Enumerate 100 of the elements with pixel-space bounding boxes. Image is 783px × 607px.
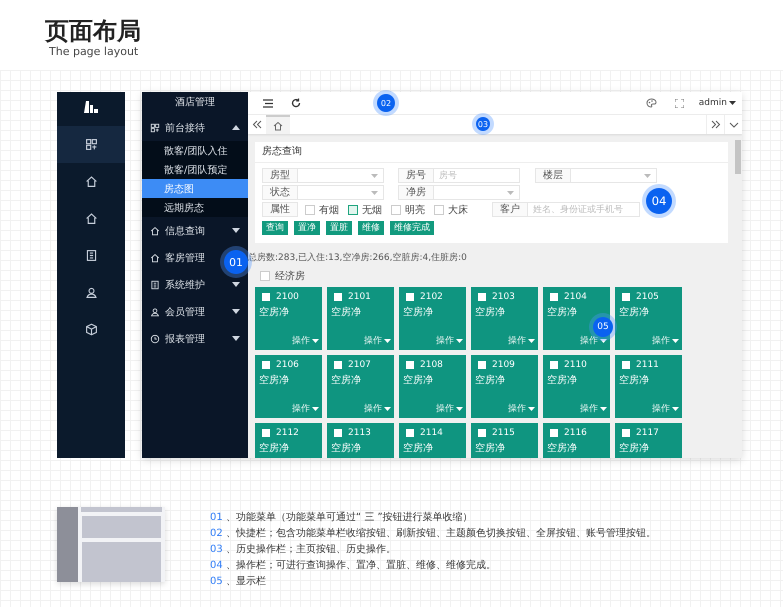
action-button[interactable]: 查询 <box>262 221 288 235</box>
checkbox[interactable] <box>434 204 444 214</box>
menu-item[interactable]: 报表管理 <box>142 325 248 352</box>
operation-dropdown[interactable]: 操作 <box>580 334 607 347</box>
room-tile[interactable]: 2115 空房净 <box>471 423 538 458</box>
select-field[interactable] <box>434 185 520 200</box>
room-tile[interactable]: 2100 空房净 操作 <box>255 287 322 350</box>
checkbox[interactable] <box>348 204 358 214</box>
checkbox[interactable] <box>478 293 486 301</box>
room-tile[interactable]: 2103 空房净 操作 <box>471 287 538 350</box>
room-tile[interactable]: 2105 空房净 操作 <box>615 287 682 350</box>
checkbox[interactable] <box>262 293 270 301</box>
room-tile[interactable]: 2109 空房净 操作 <box>471 355 538 418</box>
action-button[interactable]: 维修 <box>358 221 384 235</box>
checkbox[interactable] <box>305 204 315 214</box>
room-tile[interactable]: 2101 空房净 操作 <box>327 287 394 350</box>
caret-icon <box>384 338 391 342</box>
checkbox[interactable] <box>334 361 342 369</box>
operation-dropdown[interactable]: 操作 <box>364 402 391 415</box>
room-status: 空房净 <box>259 374 290 387</box>
room-number: 2114 <box>420 428 443 438</box>
scrollbar[interactable] <box>735 140 741 174</box>
submenu-item[interactable]: 远期房态 <box>142 198 248 217</box>
checkbox[interactable] <box>478 429 486 437</box>
submenu-item[interactable]: 散客/团队入住 <box>142 141 248 160</box>
menu-item[interactable]: 前台接待 <box>142 114 248 141</box>
book-icon <box>84 249 98 262</box>
operation-dropdown[interactable]: 操作 <box>580 402 607 415</box>
checkbox[interactable] <box>262 361 270 369</box>
cube-icon <box>84 323 98 336</box>
action-button[interactable]: 置净 <box>294 221 320 235</box>
operation-dropdown[interactable]: 操作 <box>652 334 679 347</box>
select-field[interactable] <box>298 185 384 200</box>
menu-item[interactable]: 系统维护 <box>142 271 248 298</box>
room-status: 空房净 <box>331 442 362 455</box>
input-field[interactable]: 姓名、身份证或手机号 <box>528 202 640 217</box>
caret-icon <box>456 406 463 410</box>
room-status: 空房净 <box>619 442 650 455</box>
room-number: 2110 <box>564 360 587 370</box>
caret-icon <box>232 336 240 341</box>
page-subtitle: The page layout <box>49 45 140 59</box>
submenu-item[interactable]: 散客/团队预定 <box>142 160 248 179</box>
operation-dropdown[interactable]: 操作 <box>292 402 319 415</box>
caret-icon <box>672 406 679 410</box>
select-field[interactable] <box>298 168 384 183</box>
operation-dropdown[interactable]: 操作 <box>364 334 391 347</box>
caret-icon <box>371 190 378 194</box>
input-field[interactable]: 房号 <box>434 168 520 183</box>
room-tile[interactable]: 2117 空房净 <box>615 423 682 458</box>
checkbox[interactable] <box>406 429 414 437</box>
operation-dropdown[interactable]: 操作 <box>436 402 463 415</box>
field-label: 楼层 <box>535 168 571 183</box>
room-tile[interactable]: 2106 空房净 操作 <box>255 355 322 418</box>
room-tile[interactable]: 2108 空房净 操作 <box>399 355 466 418</box>
menu-item[interactable]: 会员管理 <box>142 298 248 325</box>
checkbox[interactable] <box>622 429 630 437</box>
caret-icon <box>507 190 514 194</box>
checkbox[interactable] <box>262 429 270 437</box>
operation-dropdown[interactable]: 操作 <box>292 334 319 347</box>
checkbox[interactable] <box>391 204 401 214</box>
caret-icon <box>456 338 463 342</box>
room-status: 空房净 <box>259 442 290 455</box>
room-tile[interactable]: 2102 空房净 操作 <box>399 287 466 350</box>
checkbox[interactable] <box>550 429 558 437</box>
operation-dropdown[interactable]: 操作 <box>508 334 535 347</box>
checkbox[interactable] <box>260 271 270 281</box>
checkbox[interactable] <box>334 429 342 437</box>
action-button[interactable]: 置脏 <box>326 221 352 235</box>
operation-dropdown[interactable]: 操作 <box>652 402 679 415</box>
user-icon <box>84 286 98 299</box>
checkbox[interactable] <box>334 293 342 301</box>
checkbox[interactable] <box>550 293 558 301</box>
legend-text: 、操作栏；可进行查询操作、置净、置脏、维修、维修完成。 <box>226 560 496 571</box>
room-tile[interactable]: 2110 空房净 操作 <box>543 355 610 418</box>
room-tile[interactable]: 2114 空房净 <box>399 423 466 458</box>
room-tile[interactable]: 2107 空房净 操作 <box>327 355 394 418</box>
checkbox[interactable] <box>406 293 414 301</box>
operation-dropdown[interactable]: 操作 <box>508 402 535 415</box>
checkbox[interactable] <box>406 361 414 369</box>
select-field[interactable] <box>571 168 657 183</box>
room-number: 2108 <box>420 360 443 370</box>
account-menu[interactable]: admin <box>696 96 738 110</box>
checkbox[interactable] <box>622 361 630 369</box>
legend-text: 、显示栏 <box>226 576 266 587</box>
submenu-item[interactable]: 房态图 <box>142 179 248 198</box>
caret-icon <box>644 174 651 178</box>
room-tile[interactable]: 2113 空房净 <box>327 423 394 458</box>
room-tile[interactable]: 2116 空房净 <box>543 423 610 458</box>
home-tab[interactable] <box>266 115 290 134</box>
card-title: 房态查询 <box>255 142 728 163</box>
room-tile[interactable]: 2111 空房净 操作 <box>615 355 682 418</box>
room-tile[interactable]: 2112 空房净 <box>255 423 322 458</box>
action-button[interactable]: 维修完成 <box>390 221 434 235</box>
checkbox[interactable] <box>478 361 486 369</box>
checkbox[interactable] <box>622 293 630 301</box>
checkbox-label: 大床 <box>448 204 468 216</box>
menu-item[interactable]: 信息查询 <box>142 217 248 244</box>
checkbox[interactable] <box>550 361 558 369</box>
operation-dropdown[interactable]: 操作 <box>436 334 463 347</box>
rail-button[interactable] <box>57 126 125 163</box>
